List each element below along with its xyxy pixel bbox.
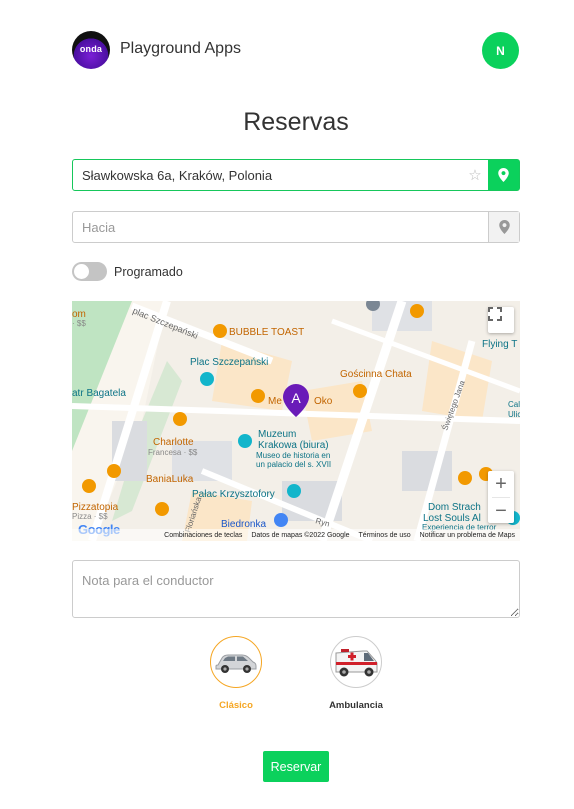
place-label: Oko — [314, 396, 333, 407]
fullscreen-button[interactable] — [488, 307, 514, 333]
marker-label: A — [291, 390, 301, 406]
map-canvas: plac Szczepański Świętego Jana Floriańsk… — [72, 301, 520, 541]
map[interactable]: plac Szczepański Świętego Jana Floriańsk… — [72, 301, 520, 541]
place-label: BUBBLE TOAST — [229, 327, 304, 338]
scheduled-label: Programado — [114, 265, 183, 279]
logo-text: onda — [79, 44, 103, 54]
museum-pin-icon — [238, 434, 252, 448]
place-label: atr Bagatela — [72, 388, 126, 399]
origin-field: ☆ — [72, 159, 520, 191]
car-icon — [215, 654, 257, 673]
driver-note-textarea[interactable] — [72, 560, 520, 618]
place-label: BaniaLuka — [146, 474, 194, 485]
place-label: Charlotte — [153, 437, 194, 448]
user-avatar[interactable]: N — [482, 32, 519, 69]
terms-link[interactable]: Términos de uso — [359, 532, 411, 539]
report-problem-link[interactable]: Notificar un problema de Maps — [420, 532, 515, 539]
map-pin-icon — [498, 220, 510, 234]
app-name: Playground Apps — [120, 40, 241, 57]
destination-field — [72, 211, 520, 243]
vehicle-classic-label: Clásico — [219, 700, 253, 711]
place-label: Flying T — [482, 339, 517, 350]
scheduled-toggle[interactable] — [72, 262, 107, 281]
destination-input[interactable] — [73, 212, 488, 242]
ambulance-icon — [335, 649, 378, 677]
place-sublabel: · $$ — [72, 319, 86, 328]
app-logo: onda — [72, 31, 110, 69]
vehicle-ambulance-label: Ambulancia — [329, 700, 383, 711]
origin-locate-button[interactable] — [488, 160, 519, 190]
place-sublabel: Museo de historia en — [256, 451, 330, 460]
place-label: Muzeum — [258, 429, 296, 440]
origin-input[interactable] — [73, 160, 462, 190]
map-pin-icon — [498, 168, 509, 182]
keyboard-shortcuts-link[interactable]: Combinaciones de teclas — [164, 532, 242, 539]
place-label: Plac Szczepański — [190, 357, 268, 368]
place-label: Me — [268, 396, 282, 407]
map-footer: Combinaciones de teclas Datos de mapas ©… — [72, 529, 520, 541]
zoom-control: + − — [488, 471, 514, 523]
place-label: Pałac Krzysztofory — [192, 489, 275, 500]
destination-locate-button[interactable] — [488, 212, 519, 242]
map-data-text: Datos de mapas ©2022 Google — [251, 531, 350, 539]
star-icon[interactable]: ☆ — [462, 160, 488, 190]
reserve-button[interactable]: Reservar — [263, 751, 329, 782]
place-sublabel: un palacio del s. XVII — [256, 460, 331, 469]
shop-pin-icon — [274, 513, 288, 527]
page-title: Reservas — [243, 108, 349, 136]
place-label: Krakowa (biura) — [258, 440, 329, 451]
vehicle-ambulance-option[interactable] — [330, 636, 382, 688]
place-label: Gościnna Chata — [340, 369, 412, 380]
zoom-in-button[interactable]: + — [488, 471, 514, 497]
place-label: Dom Strach — [428, 502, 481, 513]
toggle-knob — [74, 264, 89, 279]
attraction-pin-icon — [200, 372, 214, 386]
zoom-out-button[interactable]: − — [488, 498, 514, 524]
place-sublabel: Francesa · $$ — [148, 448, 198, 457]
place-sublabel: Pizza · $$ — [72, 512, 108, 521]
place-label: Ulic — [508, 410, 520, 419]
vehicle-classic-option[interactable] — [210, 636, 262, 688]
museum-pin-icon — [287, 484, 301, 498]
fullscreen-icon — [488, 307, 502, 321]
place-label: Cal — [508, 400, 520, 409]
